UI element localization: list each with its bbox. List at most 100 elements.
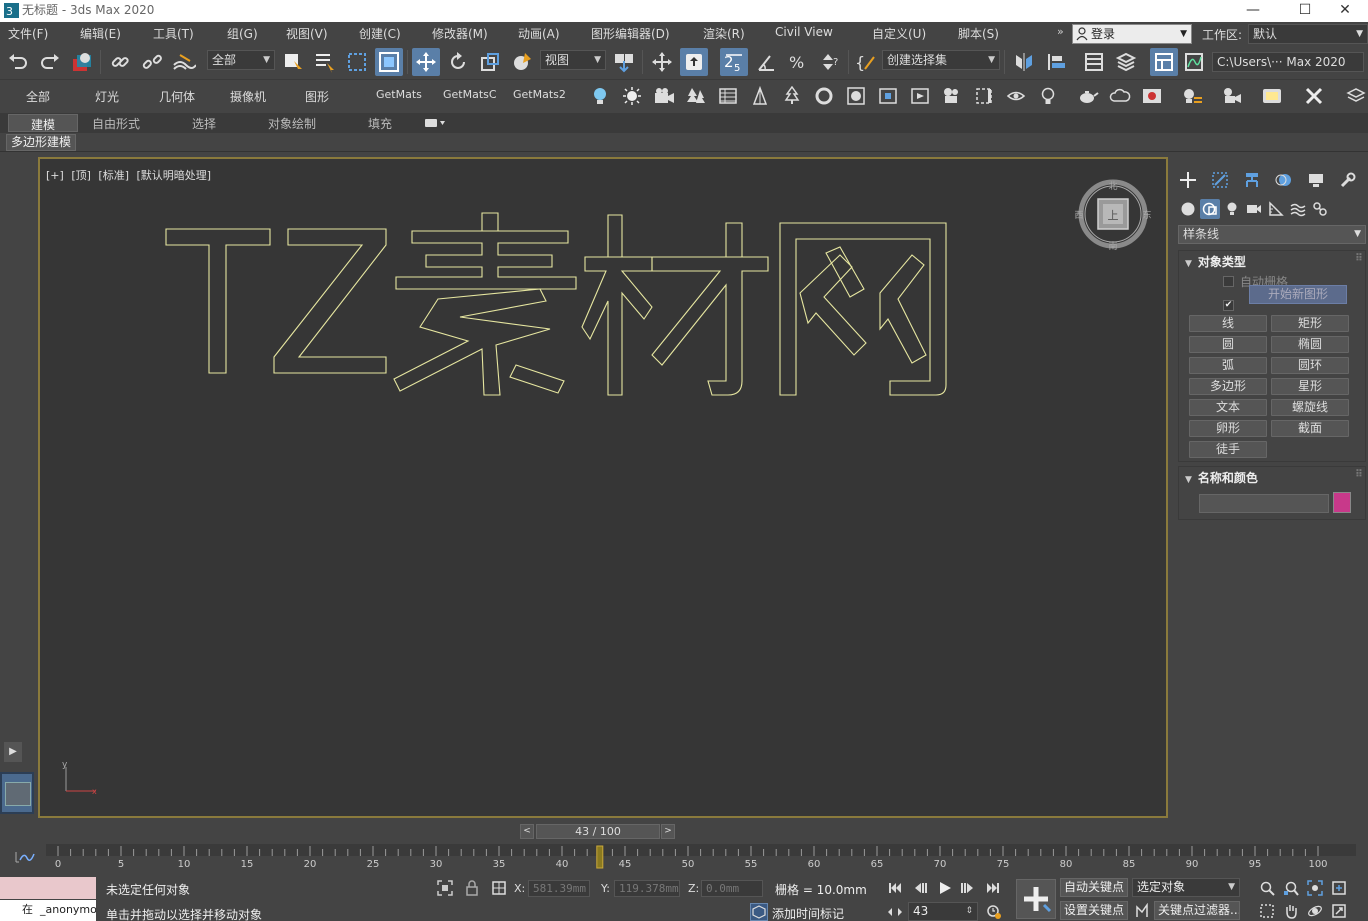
menu-graph-editors[interactable]: 图形编辑器(D) <box>591 25 670 42</box>
window-crossing-icon[interactable] <box>375 48 403 76</box>
snaps-toggle-icon[interactable]: 25 <box>720 48 748 76</box>
torus-icon[interactable] <box>812 84 836 108</box>
camera-icon[interactable] <box>652 84 676 108</box>
set-key-big-button[interactable] <box>1016 879 1056 919</box>
select-manipulate-icon[interactable] <box>648 48 676 76</box>
reference-coordinate-select[interactable]: 视图 ▼ <box>540 50 606 70</box>
zoom-extents-icon[interactable] <box>1306 879 1324 897</box>
shelf-tab-geometry[interactable]: 几何体 <box>159 88 195 105</box>
display-tab-icon[interactable] <box>1304 168 1328 192</box>
maximize-viewport-icon[interactable] <box>1330 902 1348 920</box>
arc-button[interactable]: 弧 <box>1189 357 1267 374</box>
login-dropdown[interactable]: 登录 ▼ <box>1072 24 1192 44</box>
donut-button[interactable]: 圆环 <box>1271 357 1349 374</box>
menu-customize[interactable]: 自定义(U) <box>872 25 926 42</box>
stack-icon[interactable] <box>1344 84 1368 108</box>
expand-arrow-icon[interactable]: ▶ <box>4 742 22 762</box>
menu-rendering[interactable]: 渲染(R) <box>703 25 745 42</box>
cameras-icon[interactable] <box>1244 199 1264 219</box>
menu-views[interactable]: 视图(V) <box>286 25 328 42</box>
hierarchy-tab-icon[interactable] <box>1240 168 1264 192</box>
line-button[interactable]: 线 <box>1189 315 1267 332</box>
key-mode-icon[interactable] <box>1133 902 1151 920</box>
teapot-icon[interactable] <box>1076 84 1100 108</box>
zoom-extents-all-icon[interactable] <box>1330 879 1348 897</box>
geometry-sphere-icon[interactable] <box>1178 199 1198 219</box>
field-of-view-icon[interactable] <box>1258 902 1276 920</box>
viewport-top[interactable]: [+] [顶] [标准] [默认明暗处理] 上 北 南 东 西 y x <box>38 157 1168 818</box>
next-key-icon[interactable] <box>958 879 976 897</box>
select-and-move-icon[interactable] <box>412 48 440 76</box>
render-setup-icon[interactable] <box>908 84 932 108</box>
add-time-tag-label[interactable]: 添加时间标记 <box>772 905 844 921</box>
key-target-select[interactable]: 选定对象 ▼ <box>1132 878 1240 897</box>
viewport-layout-thumbnail[interactable] <box>0 772 34 814</box>
motion-tab-icon[interactable] <box>1272 168 1296 192</box>
keyboard-shortcut-override-icon[interactable] <box>680 48 708 76</box>
material-icon[interactable] <box>844 84 868 108</box>
start-new-shape-checkbox[interactable]: ✔ <box>1223 295 1240 311</box>
getmats-button[interactable]: GetMats <box>376 88 422 101</box>
polygon-modeling-panel[interactable]: 多边形建模 <box>6 134 77 151</box>
eye-icon[interactable] <box>1004 84 1028 108</box>
menu-group[interactable]: 组(G) <box>227 25 258 42</box>
cone-lights-icon[interactable] <box>748 84 772 108</box>
batch-render-icon[interactable] <box>1220 84 1244 108</box>
ribbon-tab-populate[interactable]: 填充 <box>358 115 402 132</box>
select-object-icon[interactable] <box>279 48 307 76</box>
foliage-icon[interactable] <box>684 84 708 108</box>
zoom-icon[interactable] <box>1258 879 1276 897</box>
zoom-all-icon[interactable] <box>1282 879 1300 897</box>
shelf-tab-cameras[interactable]: 摄像机 <box>230 88 266 105</box>
x-coord-field[interactable]: 581.39mm <box>528 880 590 897</box>
space-warps-icon[interactable] <box>1288 199 1308 219</box>
getmatsc-button[interactable]: GetMatsC <box>443 88 497 101</box>
shelf-tab-lights[interactable]: 灯光 <box>95 88 119 105</box>
render-window-icon[interactable] <box>1140 84 1164 108</box>
toggle-ribbon-icon[interactable] <box>1150 48 1178 76</box>
modify-tab-icon[interactable] <box>1208 168 1232 192</box>
isolate-selection-icon[interactable] <box>436 879 454 897</box>
maxscript-output-line[interactable]: 在 _anonymou <box>0 900 96 921</box>
select-and-place-icon[interactable] <box>508 48 536 76</box>
tree-icon[interactable] <box>780 84 804 108</box>
key-filters-button[interactable]: 关键点过滤器... <box>1154 901 1240 920</box>
selection-filter-select[interactable]: 全部 ▼ <box>207 50 275 70</box>
create-tab-plus-icon[interactable] <box>1176 168 1200 192</box>
cloud-icon[interactable] <box>1108 84 1132 108</box>
time-config-arrows-icon[interactable] <box>886 903 904 921</box>
viewport-frame-icon[interactable] <box>1260 84 1284 108</box>
lights-icon[interactable] <box>1222 199 1242 219</box>
start-new-shape-button[interactable]: 开始新图形 <box>1249 285 1347 304</box>
scene-explorer-list-icon[interactable] <box>1080 48 1108 76</box>
menu-overflow-icon[interactable]: » <box>1057 25 1064 38</box>
close-x-icon[interactable] <box>1302 84 1326 108</box>
workspace-select[interactable]: 默认 ▼ <box>1248 24 1368 44</box>
select-by-name-icon[interactable] <box>311 48 339 76</box>
menu-create[interactable]: 创建(C) <box>359 25 401 42</box>
unlink-icon[interactable] <box>138 48 166 76</box>
orbit-icon[interactable] <box>1306 902 1324 920</box>
edit-named-selection-icon[interactable]: { <box>852 48 880 76</box>
link-icon[interactable] <box>106 48 134 76</box>
menu-tools[interactable]: 工具(T) <box>153 25 194 42</box>
spinner-snap-icon[interactable]: ? <box>816 48 844 76</box>
circle-button[interactable]: 圆 <box>1189 336 1267 353</box>
menu-edit[interactable]: 编辑(E) <box>80 25 121 42</box>
film-camera-icon[interactable] <box>940 84 964 108</box>
viewcube[interactable]: 上 北 南 东 西 <box>1074 179 1152 252</box>
object-color-swatch[interactable] <box>1333 492 1351 513</box>
menu-file[interactable]: 文件(F) <box>8 25 48 42</box>
minimize-button[interactable]: — <box>1230 0 1276 22</box>
auto-key-button[interactable]: 自动关键点 <box>1060 878 1129 897</box>
freehand-button[interactable]: 徒手 <box>1189 441 1267 458</box>
ngon-button[interactable]: 多边形 <box>1189 378 1267 395</box>
bounding-box-icon[interactable] <box>972 84 996 108</box>
section-button[interactable]: 截面 <box>1271 420 1349 437</box>
angle-snap-icon[interactable] <box>752 48 780 76</box>
close-button[interactable]: ✕ <box>1322 0 1368 22</box>
light-bulb-icon[interactable] <box>588 84 612 108</box>
z-coord-field[interactable]: 0.0mm <box>701 880 763 897</box>
star-button[interactable]: 星形 <box>1271 378 1349 395</box>
object-type-header[interactable]: ▼ 对象类型 ⠿ <box>1185 253 1363 270</box>
